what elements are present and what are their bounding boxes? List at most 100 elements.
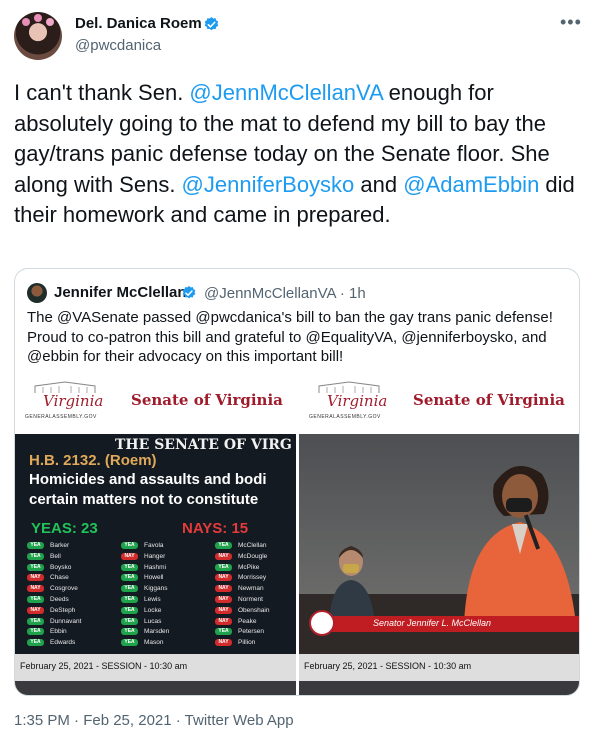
vote-tag: NAY (215, 585, 232, 593)
tweet: Del. Danica Roem @pwcdanica ••• I can't … (0, 0, 591, 742)
vote-row: YEA McPike (215, 563, 296, 574)
vote-row: NAY Morrissey (215, 573, 296, 584)
quoted-author-name: Jennifer McClellan (54, 284, 187, 301)
yeas-count: YEAS: 23 (31, 520, 98, 537)
senator-name: Edwards (50, 639, 76, 647)
vote-tag: NAY (215, 552, 232, 560)
vote-row: NAY Peake (215, 617, 296, 628)
senator-name: DeSteph (50, 606, 76, 614)
vote-row: YEA Locke (121, 606, 209, 617)
vote-row: YEA Hashmi (121, 563, 209, 574)
vote-board-desc-line1: Homicides and assaults and bodi (29, 471, 267, 488)
senate-video-frame: Senator Jennifer L. McClellan (299, 434, 579, 654)
vote-row: YEA Lucas (121, 617, 209, 628)
author-name[interactable]: Del. Danica Roem (75, 15, 202, 32)
media-date: February 25, 2021 - SESSION - 10:30 am (304, 661, 472, 671)
senator-name: Newman (238, 585, 264, 593)
vote-board-desc-line2: certain matters not to constitute (29, 491, 259, 508)
senator-name: Bell (50, 552, 61, 560)
vote-row: NAY DeSteph (27, 606, 115, 617)
quoted-tweet-text: The @VASenate passed @pwcdanica's bill t… (27, 309, 553, 365)
mention-link[interactable]: @JennMcClellanVA (189, 80, 382, 105)
quoted-author-avatar[interactable] (27, 283, 47, 303)
vote-row: NAY Norment (215, 595, 296, 606)
author-avatar[interactable] (14, 12, 62, 60)
vote-tag: NAY (215, 606, 232, 614)
vote-tag: YEA (215, 628, 232, 636)
vote-tag: NAY (215, 574, 232, 582)
more-options-icon[interactable]: ••• (560, 12, 582, 33)
mention-link[interactable]: @AdamEbbin (403, 172, 539, 197)
vote-row: YEA Lewis (121, 595, 209, 606)
logo-script: Virginia (43, 392, 104, 410)
vote-column: YEA Barker YEA Bell YEA Boysko NAY Chase NAY Cosg… (27, 541, 115, 649)
vote-board-bill: H.B. 2132. (Roem) (29, 452, 157, 469)
vote-tag: NAY (215, 617, 232, 625)
senator-name: Lewis (144, 595, 161, 603)
author-handle[interactable]: @pwcdanica (75, 37, 161, 54)
senator-name: Locke (144, 606, 162, 614)
vote-row: NAY Newman (215, 584, 296, 595)
vote-board-description: Homicides and assaults and bodi certain … (29, 470, 296, 510)
media-image-senator[interactable]: Virginia GENERALASSEMBLY.GOV Senate of V… (299, 370, 579, 695)
media-date-bar: February 25, 2021 - SESSION - 10:30 am (299, 654, 579, 695)
media-date: February 25, 2021 - SESSION - 10:30 am (20, 661, 188, 671)
vote-board: THE SENATE OF VIRG H.B. 2132. (Roem) Hom… (15, 434, 296, 654)
vote-column: YEA Favola NAY Hanger YEA Hashmi YEA Howell YEA K… (121, 541, 209, 649)
media-header: Virginia GENERALASSEMBLY.GOV Senate of V… (299, 370, 579, 434)
senator-name: Hanger (144, 552, 166, 560)
vote-row: YEA Bell (27, 552, 115, 563)
senator-name: Marsden (144, 628, 170, 636)
quoted-tweet[interactable]: Jennifer McClellan @JennMcClellanVA · 1h… (14, 268, 580, 696)
media-date-bar: February 25, 2021 - SESSION - 10:30 am (15, 654, 296, 695)
vote-row: NAY McDougle (215, 552, 296, 563)
senator-name: McClellan (238, 542, 267, 549)
tweet-timestamp[interactable]: 1:35 PM · Feb 25, 2021 · Twitter Web App (14, 712, 294, 729)
virginia-logo: Virginia GENERALASSEMBLY.GOV (309, 380, 389, 426)
senator-name: Lucas (144, 617, 162, 625)
vote-tag: YEA (27, 552, 44, 560)
vote-tag: YEA (27, 617, 44, 625)
vote-row: YEA Barker (27, 541, 115, 552)
senator-name: Deeds (50, 595, 69, 603)
logo-site: GENERALASSEMBLY.GOV (309, 414, 381, 420)
vote-row: YEA Petersen (215, 627, 296, 638)
vote-tag: YEA (121, 542, 138, 549)
vote-tag: NAY (121, 552, 138, 560)
quoted-media[interactable]: Virginia GENERALASSEMBLY.GOV Senate of V… (15, 370, 579, 695)
senator-name: Favola (144, 542, 164, 549)
vote-tag: YEA (27, 563, 44, 571)
logo-site: GENERALASSEMBLY.GOV (25, 414, 97, 420)
vote-tag: YEA (121, 628, 138, 636)
verified-badge-icon (204, 17, 219, 31)
vote-tag: YEA (121, 606, 138, 614)
media-image-vote-board[interactable]: Virginia GENERALASSEMBLY.GOV Senate of V… (15, 370, 296, 695)
tweet-text-segment: I can't thank Sen. (14, 80, 190, 105)
vote-tag: NAY (27, 574, 44, 582)
mention-link[interactable]: @JenniferBoysko (182, 172, 355, 197)
senator-name: Howell (144, 574, 164, 582)
logo-script: Virginia (327, 392, 388, 410)
vote-tag: NAY (215, 639, 232, 647)
tweet-text: I can't thank Sen. @JennMcClellanVA enou… (14, 78, 579, 231)
vote-row: YEA Deeds (27, 595, 115, 606)
nays-count: NAYS: 15 (182, 520, 249, 537)
vote-row: YEA Favola (121, 541, 209, 552)
senator-name: Norment (238, 595, 263, 603)
vote-tag: YEA (27, 639, 44, 647)
verified-badge-icon (182, 286, 196, 299)
vote-tag: YEA (121, 563, 138, 571)
senator-name: Barker (50, 542, 70, 549)
senator-name: McPike (238, 563, 260, 571)
vote-tag: YEA (121, 639, 138, 647)
vote-tag: YEA (121, 617, 138, 625)
senate-title: Senate of Virginia (413, 391, 565, 409)
vote-board-title: THE SENATE OF VIRG (115, 437, 292, 453)
senator-name: Pillion (238, 639, 256, 647)
vote-row: YEA Ebbin (27, 627, 115, 638)
vote-tag: YEA (121, 595, 138, 603)
vote-row: NAY Chase (27, 573, 115, 584)
vote-tag: NAY (27, 606, 44, 614)
senator-name: Petersen (238, 628, 265, 636)
vote-row: NAY Cosgrove (27, 584, 115, 595)
